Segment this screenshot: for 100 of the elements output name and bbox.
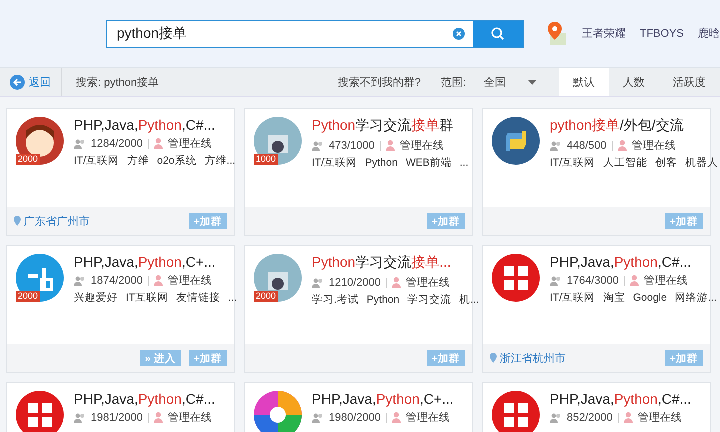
- scope-dropdown[interactable]: 全国: [484, 74, 537, 90]
- group-title[interactable]: Python学习交流接单群: [312, 117, 464, 135]
- admin-status: 管理在线: [406, 411, 450, 425]
- group-avatar-picture: [254, 117, 302, 165]
- member-count: 448/500: [567, 140, 607, 152]
- group-title[interactable]: python接单/外包/交流: [550, 117, 702, 135]
- members-icon: [312, 140, 324, 150]
- hot-search-link[interactable]: TFBOYS: [640, 28, 684, 40]
- group-tag: 机器人: [685, 156, 718, 170]
- group-avatar-picture: [16, 117, 64, 165]
- admin-status: 管理在线: [168, 411, 212, 425]
- capacity-badge: 1000: [254, 154, 278, 165]
- location-label: 广东省广州市: [14, 214, 181, 228]
- group-tag: 方维: [127, 154, 150, 168]
- person-icon: [618, 140, 627, 151]
- group-tag: IT互联网: [126, 291, 168, 305]
- group-tag: 淘宝: [603, 291, 626, 305]
- group-tag: IT/互联网: [312, 156, 358, 170]
- admin-status: 管理在线: [168, 137, 212, 151]
- location-pin-icon: [490, 353, 497, 363]
- members-icon: [74, 412, 86, 422]
- members-icon: [550, 140, 562, 150]
- member-count: 1764/3000: [567, 274, 619, 286]
- capacity-badge: 2000: [16, 291, 40, 302]
- group-tag: 学习交流: [408, 293, 452, 307]
- group-tag: 网络游...: [675, 291, 717, 305]
- member-count: 1981/2000: [91, 412, 143, 424]
- admin-status: 管理在线: [168, 274, 212, 288]
- group-avatar-picture: [16, 254, 64, 302]
- search-field[interactable]: python接单: [106, 20, 524, 48]
- group-title[interactable]: PHP,Java,Python,C#...: [74, 391, 216, 407]
- admin-status: 管理在线: [406, 276, 450, 290]
- group-tag: IT/互联网: [550, 291, 596, 305]
- caret-icon: [528, 80, 537, 84]
- person-icon: [630, 275, 639, 286]
- sort-tab[interactable]: 默认: [559, 68, 609, 96]
- map-pin-icon[interactable]: [546, 20, 568, 46]
- hot-search-link[interactable]: 王者荣耀: [582, 26, 626, 41]
- group-tag: 方维...: [204, 154, 236, 168]
- hot-search-link[interactable]: 鹿晗: [698, 26, 720, 41]
- group-title[interactable]: PHP,Java,Python,C+...: [312, 391, 454, 407]
- sort-tab[interactable]: 人数: [609, 68, 659, 96]
- group-tag: ...: [460, 157, 469, 169]
- back-button[interactable]: 返回: [0, 68, 62, 96]
- group-tag: Python: [365, 157, 398, 169]
- search-input[interactable]: python接单: [107, 20, 453, 46]
- admin-status: 管理在线: [632, 139, 676, 153]
- group-title[interactable]: PHP,Java,Python,C+...: [74, 254, 226, 270]
- help-link[interactable]: 搜索不到我的群?: [338, 74, 421, 90]
- person-icon: [392, 412, 401, 423]
- member-count: 1284/2000: [91, 138, 143, 150]
- scope-label: 范围:: [440, 76, 466, 90]
- location-label: 浙江省杭州市: [490, 350, 657, 366]
- group-tag: Python: [366, 294, 400, 306]
- admin-status: 管理在线: [638, 411, 682, 425]
- group-tag: Google: [633, 292, 668, 304]
- group-avatar-picture: [254, 254, 302, 302]
- member-count: 1980/2000: [329, 412, 381, 424]
- member-count: 1210/2000: [329, 276, 381, 288]
- group-avatar-picture: [492, 254, 540, 302]
- person-icon: [154, 275, 163, 286]
- person-icon: [154, 138, 163, 149]
- group-title[interactable]: Python学习交流接单...: [312, 254, 464, 272]
- group-tag: 创客: [655, 156, 678, 170]
- capacity-badge: 2000: [254, 291, 278, 302]
- member-count: 852/2000: [567, 412, 613, 424]
- person-icon: [386, 140, 395, 151]
- members-icon: [550, 412, 562, 422]
- members-icon: [74, 276, 86, 286]
- group-title[interactable]: PHP,Java,Python,C#...: [74, 117, 226, 133]
- members-icon: [312, 278, 324, 288]
- person-icon: [154, 412, 163, 423]
- group-title[interactable]: PHP,Java,Python,C#...: [550, 391, 692, 407]
- member-count: 473/1000: [329, 140, 375, 152]
- group-tag: ...: [228, 292, 238, 304]
- clear-icon[interactable]: [452, 28, 465, 40]
- member-count: 1874/2000: [91, 274, 143, 286]
- group-tag: IT/互联网: [550, 156, 596, 170]
- admin-status: 管理在线: [400, 139, 444, 153]
- group-tag: 友情链接: [176, 291, 220, 305]
- location-pin-icon: [14, 216, 21, 226]
- search-icon: [490, 26, 505, 40]
- group-tag: 兴趣爱好: [74, 291, 118, 305]
- sort-tab[interactable]: 活跃度: [659, 68, 720, 96]
- admin-status: 管理在线: [644, 274, 688, 288]
- search-button[interactable]: [472, 20, 523, 46]
- group-tag: 人工智能: [603, 156, 648, 170]
- search-query-label: 搜索: python接单: [75, 76, 160, 90]
- group-tag: WEB前端: [406, 156, 452, 170]
- group-title[interactable]: PHP,Java,Python,C#...: [550, 254, 702, 270]
- group-avatar-picture: [492, 117, 540, 165]
- group-tag: 机...: [460, 293, 480, 307]
- members-icon: [312, 412, 324, 422]
- group-tag: o2o系统: [157, 154, 197, 168]
- capacity-badge: 2000: [16, 154, 40, 165]
- members-icon: [550, 276, 562, 286]
- group-tag: IT/互联网: [74, 154, 120, 168]
- person-icon: [392, 277, 401, 288]
- group-tag: 学习.考试: [312, 293, 359, 307]
- person-icon: [624, 412, 633, 423]
